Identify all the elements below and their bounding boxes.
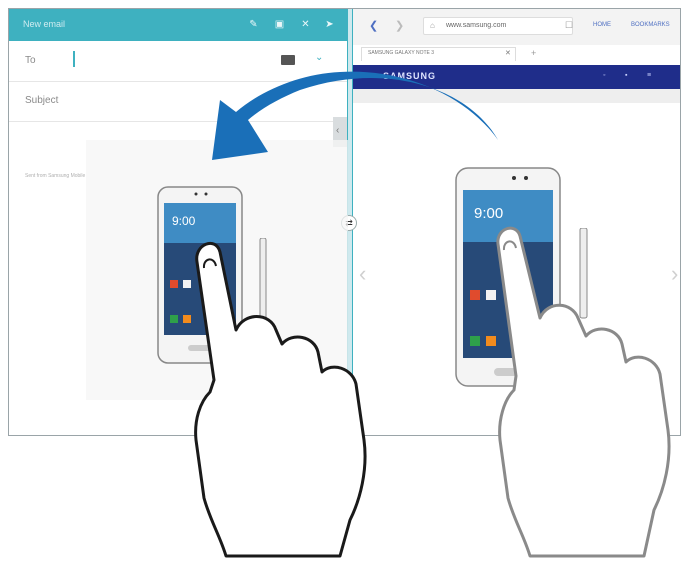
grey-hand-icon xyxy=(496,226,671,558)
